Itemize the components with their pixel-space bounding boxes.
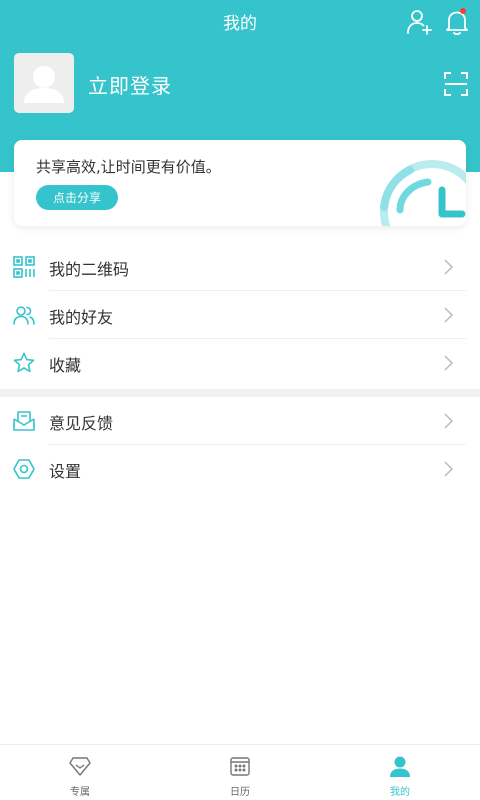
login-link[interactable]: 立即登录 — [88, 70, 172, 99]
share-card: 共享高效,让时间更有价值。 点击分享 — [14, 140, 466, 226]
chevron-right-icon — [444, 413, 454, 429]
share-button[interactable]: 点击分享 — [36, 185, 118, 210]
menu-item-label: 我的二维码 — [49, 260, 130, 279]
menu-item-label: 收藏 — [49, 356, 82, 375]
menu-item-qrcode[interactable]: 我的二维码 — [0, 243, 480, 291]
tab-exclusive[interactable]: 专属 — [0, 745, 160, 800]
chevron-right-icon — [444, 461, 454, 477]
chevron-right-icon — [444, 307, 454, 323]
chevron-right-icon — [444, 259, 454, 275]
star-icon — [13, 352, 35, 373]
menu-item-friends[interactable]: 我的好友 — [0, 291, 480, 339]
page-title: 我的 — [223, 13, 257, 34]
menu-item-label: 意见反馈 — [49, 414, 114, 433]
menu-item-label: 我的好友 — [49, 308, 114, 327]
menu-item-settings[interactable]: 设置 — [0, 445, 480, 493]
scan-icon[interactable] — [443, 71, 469, 97]
menu-group-main: 我的二维码 我的好友 收藏 — [0, 243, 480, 387]
avatar[interactable] — [14, 53, 74, 113]
menu-item-favorites[interactable]: 收藏 — [0, 339, 480, 387]
clock-icon — [380, 160, 466, 226]
notification-dot — [460, 8, 466, 14]
tab-label: 专属 — [70, 787, 90, 798]
section-separator — [0, 389, 480, 397]
menu-item-label: 设置 — [49, 462, 82, 481]
friends-icon — [13, 306, 35, 325]
add-friend-icon[interactable] — [406, 8, 434, 36]
menu-item-feedback[interactable]: 意见反馈 — [0, 397, 480, 445]
feedback-icon — [13, 411, 35, 431]
tab-label: 日历 — [230, 787, 250, 798]
bell-icon[interactable] — [443, 8, 471, 36]
menu-group-support: 意见反馈 设置 — [0, 397, 480, 493]
tab-calendar[interactable]: 日历 — [160, 745, 320, 800]
tab-label: 我的 — [390, 787, 410, 798]
default-avatar-icon — [24, 66, 64, 103]
settings-icon — [13, 459, 35, 479]
tab-mine[interactable]: 我的 — [320, 745, 480, 800]
calendar-icon — [230, 757, 250, 776]
share-slogan: 共享高效,让时间更有价值。 — [36, 158, 221, 176]
person-icon — [390, 756, 410, 777]
chevron-right-icon — [444, 355, 454, 371]
diamond-icon — [69, 757, 91, 776]
qr-code-icon — [13, 256, 35, 278]
bottom-tab-bar: 专属 日历 我的 — [0, 744, 480, 800]
